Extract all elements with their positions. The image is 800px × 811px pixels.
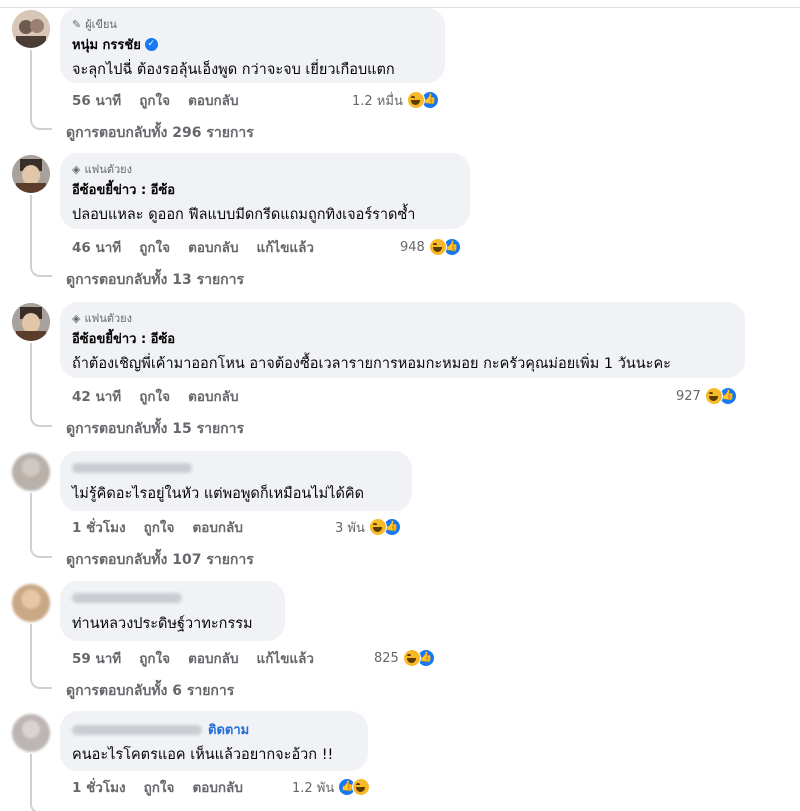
blurred-commenter-name[interactable] [72, 463, 192, 473]
avatar[interactable] [12, 584, 50, 622]
follow-button[interactable]: ติดตาม [208, 719, 249, 740]
fan-badge: ◈ แฟนตัวยง [72, 161, 458, 177]
comment-actions: 59 นาที ถูกใจ ตอบกลับ แก้ไขแล้ว [72, 648, 314, 668]
like-button[interactable]: ถูกใจ [139, 647, 170, 669]
pencil-icon: ✎ [72, 17, 82, 31]
comment-bubble: ✎ ผู้เขียน หนุ่ม กรรชัย ✓ จะลุกไปฉี่ ต้อ… [60, 8, 445, 83]
comment-text: ท่านหลวงประดิษฐ์วาทะกรรม [72, 616, 253, 632]
view-replies-link[interactable]: ดูการตอบกลับทั้ง 107 รายการ [66, 549, 254, 571]
haha-reaction-icon [368, 518, 387, 536]
comment-time[interactable]: 56 นาที [72, 89, 121, 111]
thread-line [30, 624, 52, 689]
reaction-summary[interactable]: 1.2 หมื่น 👍 [352, 90, 439, 110]
reply-button[interactable]: ตอบกลับ [188, 385, 238, 407]
reaction-summary[interactable]: 1.2 พัน 👍 [292, 777, 371, 797]
haha-reaction-icon [428, 238, 447, 256]
comment-time[interactable]: 1 ชั่วโมง [72, 776, 126, 798]
reaction-summary[interactable]: 927 👍 [676, 386, 737, 406]
reaction-count: 1.2 พัน [292, 780, 335, 796]
thread-line [30, 343, 52, 427]
haha-reaction-icon [352, 778, 371, 796]
thread-line [30, 754, 52, 811]
comment-actions: 1 ชั่วโมง ถูกใจ ตอบกลับ [72, 517, 243, 537]
avatar[interactable] [12, 453, 50, 491]
reaction-count: 948 [400, 239, 425, 255]
comment-actions: 56 นาที ถูกใจ ตอบกลับ [72, 90, 239, 110]
reply-button[interactable]: ตอบกลับ [188, 647, 238, 669]
reaction-count: 1.2 หมื่น [352, 93, 403, 109]
badge-label: แฟนตัวยง [84, 312, 133, 325]
view-replies-link[interactable]: ดูการตอบกลับทั้ง 15 รายการ [66, 418, 244, 440]
author-badge: ✎ ผู้เขียน [72, 16, 433, 32]
comment-bubble: ติดตาม คนอะไรโคตรแอค เห็นแล้วอยากจะอ้วก … [60, 711, 368, 771]
comment-time[interactable]: 1 ชั่วโมง [72, 516, 126, 538]
comment-actions: 42 นาที ถูกใจ ตอบกลับ [72, 386, 239, 406]
view-replies-link[interactable]: ดูการตอบกลับทั้ง 296 รายการ [66, 122, 254, 144]
commenter-name-text[interactable]: อีซ้อขยี้ข่าว : อีซ้อ [72, 179, 175, 200]
commenter-name[interactable]: อีซ้อขยี้ข่าว : อีซ้อ [72, 328, 733, 349]
badge-label: ผู้เขียน [85, 18, 117, 31]
reaction-count: 927 [676, 388, 701, 404]
fan-badge: ◈ แฟนตัวยง [72, 310, 733, 326]
edited-label: แก้ไขแล้ว [256, 240, 314, 256]
comment-actions: 1 ชั่วโมง ถูกใจ ตอบกลับ [72, 777, 243, 797]
verified-badge-icon: ✓ [144, 38, 158, 51]
reply-button[interactable]: ตอบกลับ [192, 516, 242, 538]
view-replies-link[interactable]: ดูการตอบกลับทั้ง 13 รายการ [66, 269, 244, 291]
comment-text: ปลอบแหละ ดูออก ฟีลแบบมีดกรีดแถมถูกทิงเจอ… [72, 207, 416, 223]
like-button[interactable]: ถูกใจ [139, 236, 170, 258]
avatar[interactable] [12, 155, 50, 193]
comment-actions: 46 นาที ถูกใจ ตอบกลับ แก้ไขแล้ว [72, 237, 314, 257]
comment-text: ถ้าต้องเชิญพี่เค้ามาออกโหน อาจต้องซื้อเว… [72, 356, 671, 372]
comment-bubble: ไม่รู้คิดอะไรอยู่ในหัว แต่พอพูดก็เหมือนไ… [60, 451, 412, 511]
reply-button[interactable]: ตอบกลับ [192, 776, 242, 798]
blurred-commenter-name[interactable] [72, 724, 202, 735]
comment-bubble: ◈ แฟนตัวยง อีซ้อขยี้ข่าว : อีซ้อ ปลอบแหล… [60, 153, 470, 229]
thread-line [30, 50, 52, 130]
like-button[interactable]: ถูกใจ [139, 89, 170, 111]
edited-label: แก้ไขแล้ว [256, 651, 314, 667]
commenter-name[interactable]: อีซ้อขยี้ข่าว : อีซ้อ [72, 179, 458, 200]
thread-line [30, 195, 52, 277]
reply-button[interactable]: ตอบกลับ [188, 89, 238, 111]
avatar[interactable] [12, 10, 50, 48]
comment-bubble: ท่านหลวงประดิษฐ์วาทะกรรม [60, 581, 285, 641]
haha-reaction-icon [704, 387, 723, 405]
blurred-commenter-name[interactable] [72, 593, 182, 603]
reply-button[interactable]: ตอบกลับ [188, 236, 238, 258]
avatar[interactable] [12, 714, 50, 752]
commenter-header: ติดตาม [72, 719, 356, 740]
reaction-summary[interactable]: 825 👍 [374, 648, 435, 668]
comment-time[interactable]: 59 นาที [72, 647, 121, 669]
like-button[interactable]: ถูกใจ [144, 776, 175, 798]
like-button[interactable]: ถูกใจ [139, 385, 170, 407]
comment-bubble: ◈ แฟนตัวยง อีซ้อขยี้ข่าว : อีซ้อ ถ้าต้อง… [60, 302, 745, 378]
diamond-icon: ◈ [72, 162, 81, 176]
like-button[interactable]: ถูกใจ [144, 516, 175, 538]
comment-text: คนอะไรโคตรแอค เห็นแล้วอยากจะอ้วก !! [72, 747, 334, 763]
haha-reaction-icon [402, 649, 421, 667]
badge-label: แฟนตัวยง [84, 163, 133, 176]
reaction-summary[interactable]: 3 พัน 👍 [335, 517, 401, 537]
commenter-name-text[interactable]: อีซ้อขยี้ข่าว : อีซ้อ [72, 328, 175, 349]
thread-line [30, 493, 52, 558]
view-replies-link[interactable]: ดูการตอบกลับทั้ง 6 รายการ [66, 680, 234, 702]
commenter-name[interactable]: หนุ่ม กรรชัย ✓ [72, 34, 433, 55]
comment-time[interactable]: 42 นาที [72, 385, 121, 407]
commenter-name-text[interactable]: หนุ่ม กรรชัย [72, 34, 141, 55]
haha-reaction-icon [406, 91, 425, 109]
reaction-count: 825 [374, 650, 399, 666]
reaction-summary[interactable]: 948 👍 [400, 237, 461, 257]
comment-text: ไม่รู้คิดอะไรอยู่ในหัว แต่พอพูดก็เหมือนไ… [72, 486, 364, 502]
avatar[interactable] [12, 303, 50, 341]
comment-text: จะลุกไปฉี่ ต้องรอลุ้นเอ็งพูด กว่าจะจบ เย… [72, 62, 395, 78]
comment-time[interactable]: 46 นาที [72, 236, 121, 258]
diamond-icon: ◈ [72, 311, 81, 325]
reaction-count: 3 พัน [335, 520, 365, 536]
